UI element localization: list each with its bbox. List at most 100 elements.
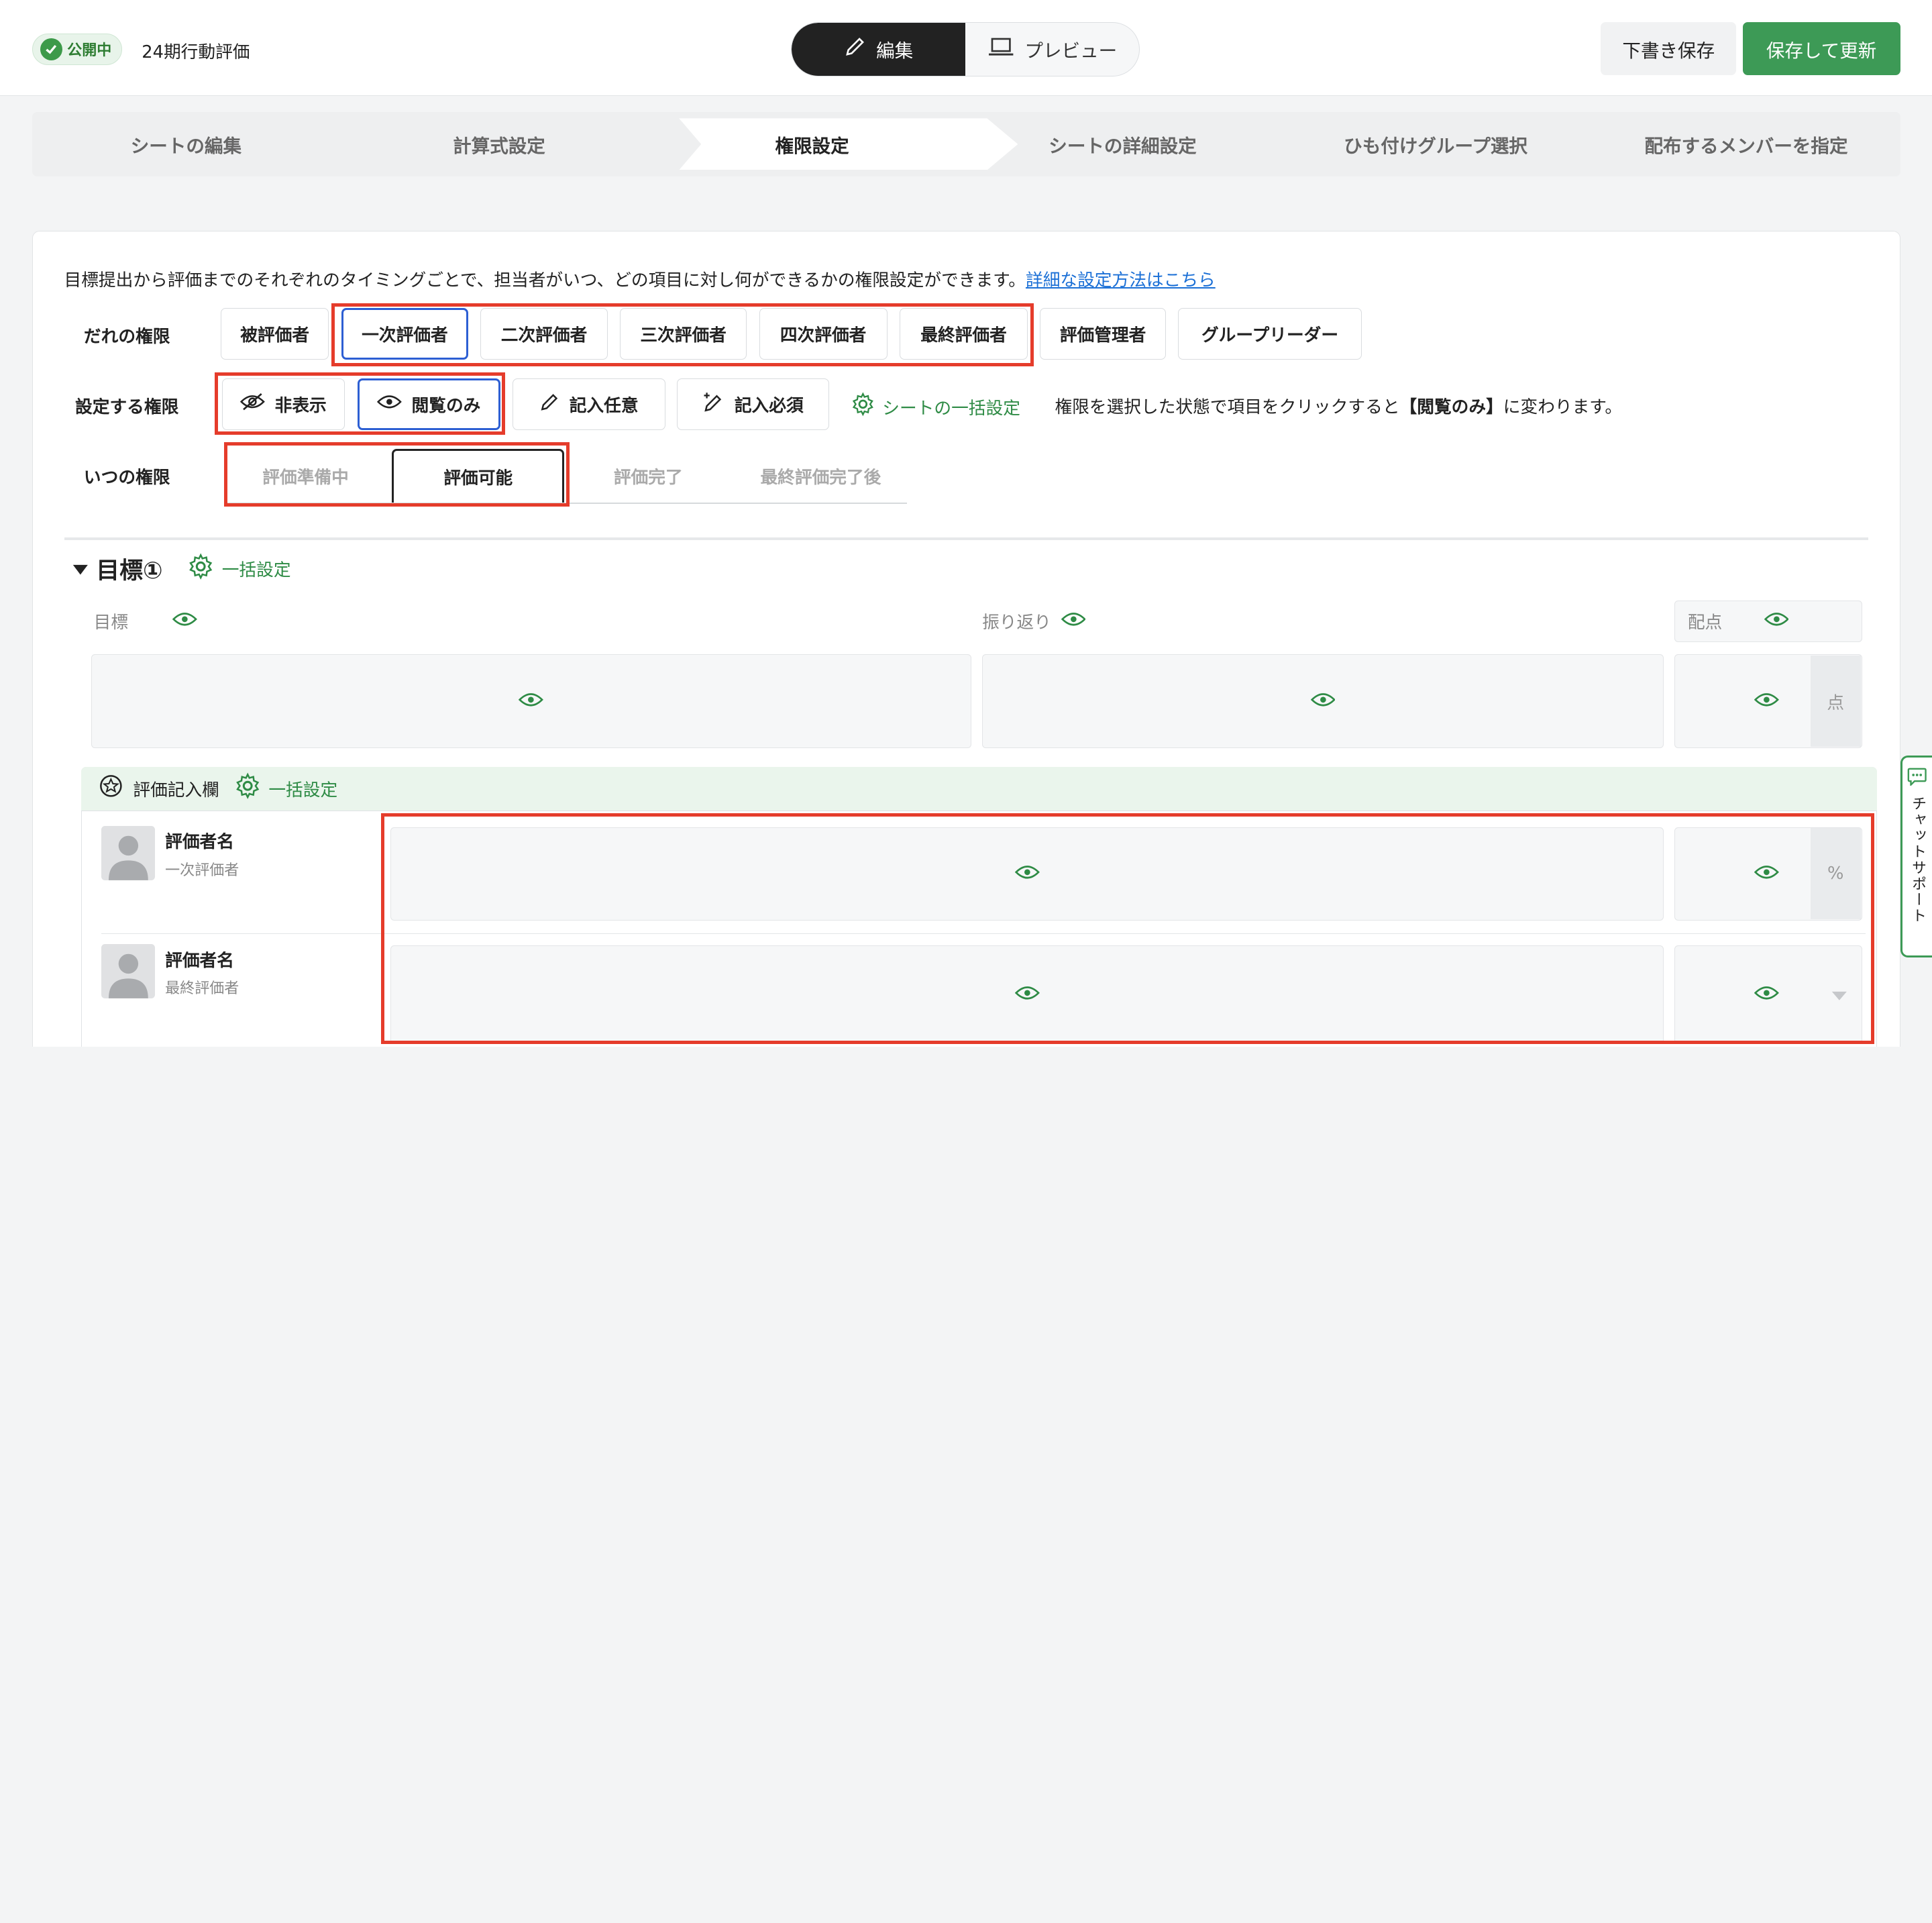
evaluation-bulk-link[interactable]: 一括設定: [234, 772, 337, 804]
chat-support-tab[interactable]: チャットサポート: [1900, 756, 1932, 958]
section-title: 目標①: [96, 557, 163, 584]
who-option-fourth[interactable]: 四次評価者: [759, 308, 888, 360]
eye-icon: [519, 690, 544, 713]
hint-pre: 権限を選択した状態で項目をクリックすると: [1055, 397, 1400, 417]
eye-icon: [1014, 862, 1040, 885]
section-bulk-label: 一括設定: [221, 560, 291, 581]
hint-post: に変わります。: [1503, 397, 1623, 417]
chat-bubble-icon: [1907, 768, 1927, 791]
section-divider: [64, 537, 1868, 540]
header: 公開中 24期行動評価 編集 プレビュー 下書き保存 保存して更新: [0, 0, 1932, 97]
final-evaluation-field[interactable]: [390, 945, 1664, 1044]
perm-view-label: 閲覧のみ: [411, 396, 481, 417]
who-label: だれの権限: [83, 327, 170, 348]
evaluator-info: 評価者名 最終評価者: [165, 944, 239, 998]
eye-icon: [1754, 862, 1779, 885]
when-tab-preparing[interactable]: 評価準備中: [229, 449, 382, 503]
status-label: 公開中: [67, 42, 112, 60]
app-root: 公開中 24期行動評価 編集 プレビュー 下書き保存 保存して更新 シートの編集…: [0, 0, 1932, 1047]
eye-icon: [1310, 690, 1336, 713]
status-badge: 公開中: [32, 33, 122, 66]
laptop-icon: [987, 36, 1014, 62]
percent-unit: %: [1810, 828, 1861, 920]
gear-icon: [187, 553, 214, 584]
eye-icon[interactable]: [1061, 611, 1086, 633]
step-sheet-edit[interactable]: シートの編集: [32, 112, 340, 176]
when-tab-final-complete[interactable]: 最終評価完了後: [735, 449, 907, 503]
pencil-icon: [844, 36, 866, 62]
permission-hint: 権限を選択した状態で項目をクリックすると【閲覧のみ】に変わります。: [1055, 393, 1622, 418]
row-separator: [101, 933, 1866, 935]
first-evaluation-field[interactable]: [390, 827, 1664, 921]
save-update-button[interactable]: 保存して更新: [1742, 22, 1900, 76]
edit-mode-button[interactable]: 編集: [792, 23, 966, 76]
perm-hidden[interactable]: 非表示: [221, 378, 345, 431]
caret-down-icon[interactable]: [72, 558, 89, 580]
who-option-admin[interactable]: 評価管理者: [1040, 308, 1166, 360]
preview-mode-button[interactable]: プレビュー: [965, 23, 1139, 76]
goal-label-text: 目標: [93, 613, 129, 633]
chat-support-label: チャットサポート: [1909, 795, 1927, 924]
perm-view-only[interactable]: 閲覧のみ: [357, 378, 500, 431]
evaluator-info: 評価者名 一次評価者: [165, 826, 239, 880]
permission-label: 設定する権限: [75, 397, 179, 417]
when-tab-line: [227, 503, 908, 505]
sheet-bulk-label: シートの一括設定: [882, 398, 1020, 419]
evaluator-role: 最終評価者: [165, 980, 239, 998]
step-formula[interactable]: 計算式設定: [345, 112, 653, 176]
hint-bold: 【閲覧のみ】: [1399, 397, 1503, 417]
step-members[interactable]: 配布するメンバーを指定: [1592, 112, 1900, 176]
when-tab-available[interactable]: 評価可能: [392, 448, 565, 503]
who-option-final[interactable]: 最終評価者: [900, 308, 1028, 360]
evaluator-row-first: 評価者名 一次評価者: [101, 825, 239, 880]
perm-optional-label: 記入任意: [569, 396, 639, 417]
perm-optional[interactable]: 記入任意: [513, 378, 665, 431]
eye-icon: [377, 393, 402, 415]
step-permission[interactable]: 権限設定: [658, 112, 966, 176]
draft-save-button[interactable]: 下書き保存: [1601, 22, 1737, 76]
evaluator-row-final: 評価者名 最終評価者: [101, 944, 239, 998]
eye-icon: [1754, 690, 1779, 713]
who-option-second[interactable]: 二次評価者: [480, 308, 608, 360]
step-detail[interactable]: シートの詳細設定: [969, 112, 1277, 176]
perm-required[interactable]: 記入必須: [676, 378, 830, 431]
evaluator-role: 一次評価者: [165, 862, 239, 879]
evaluator-name: 評価者名: [165, 832, 234, 853]
review-field[interactable]: [982, 654, 1664, 749]
goal-field[interactable]: [91, 654, 971, 749]
sheet-title: 24期行動評価: [142, 42, 250, 62]
intro-body: 目標提出から評価までのそれぞれのタイミングごとで、担当者がいつ、どの項目に対し何…: [64, 270, 1026, 291]
evaluation-bulk-label: 一括設定: [268, 780, 338, 800]
goal-section-header: 目標① 一括設定: [72, 552, 291, 586]
sheet-bulk-setting-link[interactable]: シートの一括設定: [851, 392, 1020, 421]
who-option-group-leader[interactable]: グループリーダー: [1178, 308, 1362, 360]
pencil-icon: [540, 392, 559, 416]
eye-icon[interactable]: [1764, 610, 1789, 633]
edit-mode-label: 編集: [876, 40, 914, 62]
perm-required-label: 記入必須: [734, 396, 804, 417]
when-tab-complete[interactable]: 評価完了: [574, 449, 722, 503]
stepper: シートの編集 計算式設定 権限設定 シートの詳細設定 ひも付けグループ選択 配布…: [32, 112, 1900, 176]
who-option-self[interactable]: 被評価者: [220, 308, 329, 360]
preview-mode-label: プレビュー: [1024, 40, 1118, 62]
detail-link[interactable]: 詳細な設定方法はこちら: [1026, 270, 1216, 291]
section-bulk-link[interactable]: 一括設定: [187, 553, 291, 584]
step-group[interactable]: ひも付けグループ選択: [1281, 112, 1589, 176]
eye-icon: [1754, 983, 1779, 1006]
review-label-text: 振り返り: [982, 613, 1051, 633]
caret-down-icon: [1831, 983, 1848, 1006]
who-option-first[interactable]: 一次評価者: [341, 308, 469, 360]
check-icon: [40, 38, 62, 60]
eye-icon: [1014, 983, 1040, 1006]
goal-column-label: 目標: [93, 609, 198, 633]
evaluation-header: 評価記入欄 一括設定: [81, 766, 1877, 811]
who-option-third[interactable]: 三次評価者: [620, 308, 747, 360]
gear-icon: [851, 392, 875, 421]
eye-icon[interactable]: [172, 611, 198, 633]
review-column-label: 振り返り: [982, 609, 1086, 633]
intro-text: 目標提出から評価までのそれぞれのタイミングごとで、担当者がいつ、どの項目に対し何…: [64, 266, 1216, 291]
final-evaluation-select[interactable]: [1674, 945, 1862, 1044]
when-label: いつの権限: [83, 467, 170, 488]
points-unit: 点: [1810, 656, 1861, 747]
perm-hidden-label: 非表示: [274, 396, 327, 417]
